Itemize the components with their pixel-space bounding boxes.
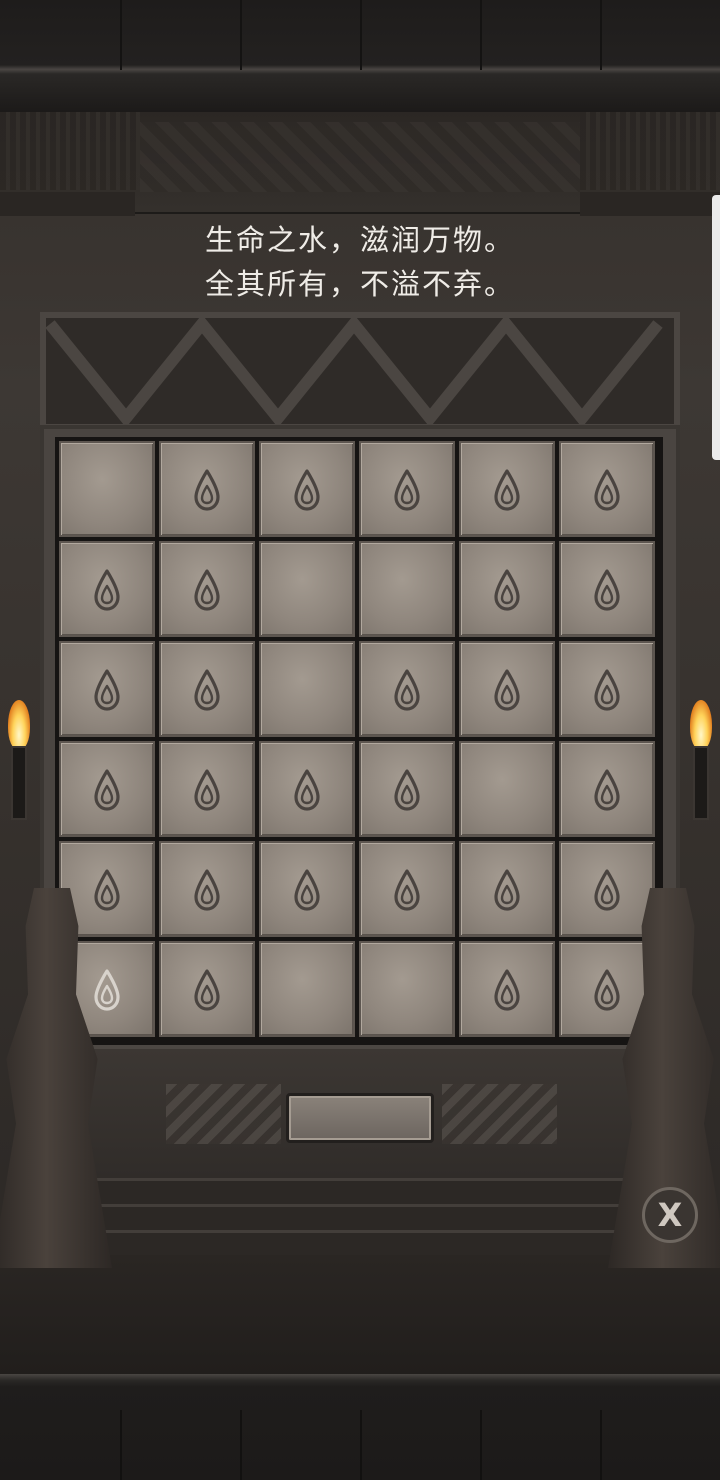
puzzle-tile-r3-c5[interactable] <box>459 641 555 737</box>
close-icon: X <box>657 1196 683 1234</box>
puzzle-tile-r5-c3[interactable] <box>259 841 355 937</box>
scrollbar[interactable] <box>712 195 720 460</box>
water-drop-icon <box>594 969 620 1011</box>
stone-step <box>95 1178 625 1207</box>
water-drop-icon <box>294 469 320 511</box>
puzzle-tile-r5-c6[interactable] <box>559 841 655 937</box>
puzzle-tile-r2-c1[interactable] <box>59 541 155 637</box>
puzzle-tile-r5-c4[interactable] <box>359 841 455 937</box>
puzzle-tile-r1-c3[interactable] <box>259 441 355 537</box>
puzzle-tile-r4-c1[interactable] <box>59 741 155 837</box>
puzzle-tile-r3-c6[interactable] <box>559 641 655 737</box>
water-drop-icon <box>194 869 220 911</box>
puzzle-tile-r6-c3[interactable] <box>259 941 355 1037</box>
water-drop-puzzle-grid <box>55 437 663 1045</box>
puzzle-tile-r2-c4[interactable] <box>359 541 455 637</box>
water-drop-icon <box>194 569 220 611</box>
puzzle-tile-r1-c1[interactable] <box>59 441 155 537</box>
water-drop-icon <box>494 469 520 511</box>
water-drop-icon <box>94 569 120 611</box>
water-drop-icon <box>394 869 420 911</box>
water-drop-icon <box>94 769 120 811</box>
puzzle-tile-r4-c3[interactable] <box>259 741 355 837</box>
water-drop-icon <box>94 969 120 1011</box>
riddle-line-2: 全其所有，不溢不弃。 <box>204 267 515 301</box>
right-ledge <box>580 192 720 216</box>
water-drop-icon <box>594 869 620 911</box>
water-drop-icon <box>194 969 220 1011</box>
puzzle-tile-r1-c6[interactable] <box>559 441 655 537</box>
water-drop-icon <box>594 669 620 711</box>
water-drop-icon <box>594 469 620 511</box>
puzzle-tile-r2-c2[interactable] <box>159 541 255 637</box>
top-wood-bar <box>0 0 720 112</box>
water-drop-icon <box>494 869 520 911</box>
triangle-truss-panel <box>40 312 680 430</box>
flame-icon <box>8 700 30 750</box>
puzzle-tile-r4-c5[interactable] <box>459 741 555 837</box>
water-drop-icon <box>294 869 320 911</box>
water-drop-icon <box>594 569 620 611</box>
water-drop-icon <box>494 969 520 1011</box>
answer-slot <box>286 1093 434 1143</box>
floor <box>0 1255 720 1375</box>
water-drop-icon <box>394 469 420 511</box>
water-drop-icon <box>394 769 420 811</box>
water-drop-icon <box>194 469 220 511</box>
left-ledge <box>0 192 135 216</box>
puzzle-tile-r4-c6[interactable] <box>559 741 655 837</box>
water-drop-icon <box>494 569 520 611</box>
puzzle-tile-r1-c4[interactable] <box>359 441 455 537</box>
puzzle-tile-r6-c2[interactable] <box>159 941 255 1037</box>
water-drop-icon <box>94 869 120 911</box>
water-drop-icon <box>294 769 320 811</box>
puzzle-tile-r6-c4[interactable] <box>359 941 455 1037</box>
flame-icon <box>690 700 712 750</box>
torch-right <box>684 700 718 840</box>
puzzle-tile-r1-c2[interactable] <box>159 441 255 537</box>
puzzle-tile-r2-c6[interactable] <box>559 541 655 637</box>
riddle-line-1: 生命之水，滋润万物。 <box>204 223 515 257</box>
puzzle-tile-r3-c2[interactable] <box>159 641 255 737</box>
water-drop-icon <box>194 669 220 711</box>
puzzle-tile-r4-c4[interactable] <box>359 741 455 837</box>
puzzle-tile-r2-c5[interactable] <box>459 541 555 637</box>
puzzle-tile-r3-c3[interactable] <box>259 641 355 737</box>
puzzle-tile-r6-c5[interactable] <box>459 941 555 1037</box>
riddle-text: 生命之水，滋润万物。 全其所有，不溢不弃。 <box>0 218 720 306</box>
puzzle-tile-r4-c2[interactable] <box>159 741 255 837</box>
puzzle-tile-r5-c5[interactable] <box>459 841 555 937</box>
puzzle-tile-r5-c2[interactable] <box>159 841 255 937</box>
close-button[interactable]: X <box>642 1187 698 1243</box>
bottom-wood-bar <box>0 1374 720 1480</box>
puzzle-tile-r1-c5[interactable] <box>459 441 555 537</box>
water-drop-icon <box>494 669 520 711</box>
puzzle-tile-r2-c3[interactable] <box>259 541 355 637</box>
water-drop-icon <box>594 769 620 811</box>
water-drop-icon <box>394 669 420 711</box>
water-drop-icon <box>194 769 220 811</box>
water-drop-icon <box>94 669 120 711</box>
puzzle-tile-r3-c4[interactable] <box>359 641 455 737</box>
stone-step <box>80 1204 640 1233</box>
torch-left <box>2 700 36 840</box>
puzzle-tile-r3-c1[interactable] <box>59 641 155 737</box>
